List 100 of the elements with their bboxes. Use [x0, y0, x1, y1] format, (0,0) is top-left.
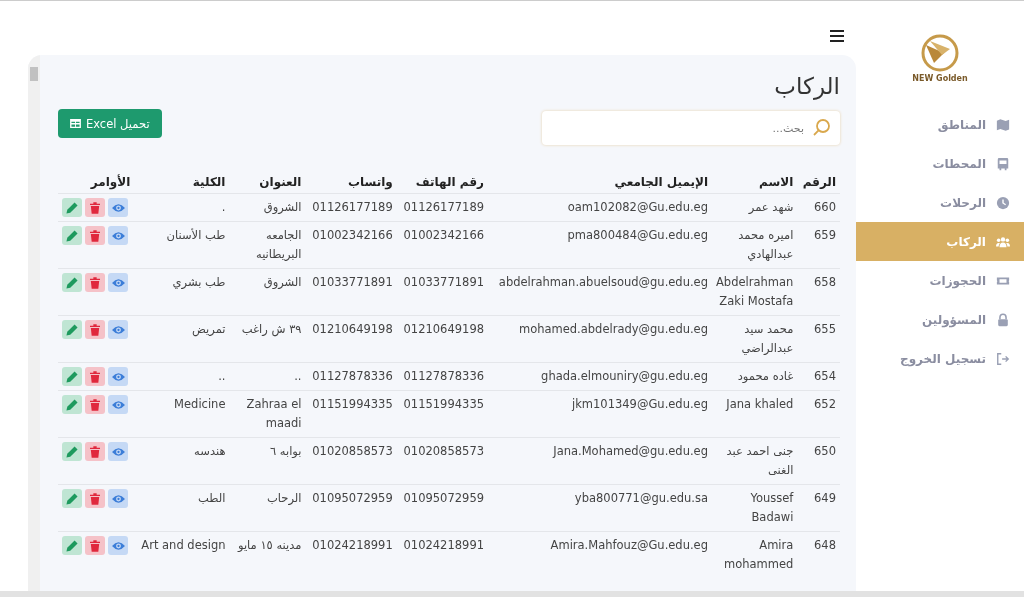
view-button[interactable] — [108, 198, 128, 217]
table-cell: هندسه — [134, 437, 230, 485]
table-cell: 01002342166 — [396, 221, 488, 269]
table-cell: 01151994335 — [396, 390, 488, 438]
trash-icon — [90, 398, 100, 411]
table-cell: 01127878336 — [396, 362, 488, 391]
delete-button[interactable] — [85, 367, 105, 386]
edit-button[interactable] — [62, 198, 82, 217]
table-cell: جنى احمد عبد الغنى — [712, 437, 798, 485]
edit-button[interactable] — [62, 273, 82, 292]
table-cell: Medicine — [134, 390, 230, 438]
view-button[interactable] — [108, 226, 128, 245]
column-header: واتساب — [305, 171, 397, 194]
delete-button[interactable] — [85, 395, 105, 414]
sidebar-item[interactable]: المحطات — [856, 144, 1024, 183]
pencil-icon — [66, 445, 78, 458]
eye-icon — [111, 202, 125, 213]
users-icon — [996, 234, 1010, 249]
delete-button[interactable] — [85, 536, 105, 555]
table-cell: 01002342166 — [305, 221, 397, 269]
sidebar-item[interactable]: الرحلات — [856, 183, 1024, 222]
view-button[interactable] — [108, 536, 128, 555]
table-cell: ghada.elmouniry@gu.edu.eg — [488, 362, 712, 391]
edit-button[interactable] — [62, 489, 82, 508]
table-cell: شهد عمر — [712, 193, 798, 222]
table-cell: 01020858573 — [305, 437, 397, 485]
table-cell: Zahraa el maadi — [229, 390, 306, 438]
table-cell: 658 — [797, 268, 840, 316]
trash-icon — [90, 539, 100, 552]
pencil-icon — [66, 229, 78, 242]
table-cell: غاده محمود — [712, 362, 798, 391]
column-header: الاسم — [712, 171, 798, 194]
view-button[interactable] — [108, 489, 128, 508]
view-button[interactable] — [108, 273, 128, 292]
scrollbar[interactable] — [28, 55, 40, 591]
table-cell: الرحاب — [229, 484, 306, 532]
trash-icon — [90, 492, 100, 505]
table-cell: 01020858573 — [396, 437, 488, 485]
table-cell: اميره محمد عبدالهادي — [712, 221, 798, 269]
table-cell: 659 — [797, 221, 840, 269]
sidebar-item[interactable]: المسؤولين — [856, 300, 1024, 339]
table-cell: .. — [134, 362, 230, 391]
view-button[interactable] — [108, 395, 128, 414]
pencil-icon — [66, 492, 78, 505]
table-cell: 660 — [797, 193, 840, 222]
table-cell: بوابه ٦ — [229, 437, 306, 485]
logout-icon — [996, 351, 1010, 366]
table-cell: تمريض — [134, 315, 230, 363]
eye-icon — [111, 446, 125, 457]
edit-button[interactable] — [62, 226, 82, 245]
delete-button[interactable] — [85, 226, 105, 245]
edit-button[interactable] — [62, 395, 82, 414]
table-cell: الجامعه البريطانيه — [229, 221, 306, 269]
table-cell: 648 — [797, 531, 840, 578]
table-cell: 01210649198 — [396, 315, 488, 363]
sidebar-item[interactable]: الحجوزات — [856, 261, 1024, 300]
trash-icon — [90, 370, 100, 383]
table-cell: 655 — [797, 315, 840, 363]
excel-download-button[interactable]: تحميل Excel — [58, 109, 162, 138]
menu-icon[interactable] — [830, 30, 844, 42]
view-button[interactable] — [108, 442, 128, 461]
table-cell: مدينه ١٥ مايو — [229, 531, 306, 578]
column-header: الكلية — [134, 171, 230, 194]
eye-icon — [111, 371, 125, 382]
eye-icon — [111, 540, 125, 551]
logo-text: NEW Golden — [912, 74, 968, 83]
view-button[interactable] — [108, 367, 128, 386]
column-header: العنوان — [229, 171, 306, 194]
sidebar-item[interactable]: تسجيل الخروج — [856, 339, 1024, 378]
table-cell: Art and design — [134, 531, 230, 578]
search-icon — [812, 118, 832, 138]
delete-button[interactable] — [85, 198, 105, 217]
delete-button[interactable] — [85, 273, 105, 292]
delete-button[interactable] — [85, 320, 105, 339]
table-cell: 01126177189 — [396, 193, 488, 222]
sidebar-item[interactable]: المناطق — [856, 105, 1024, 144]
edit-button[interactable] — [62, 536, 82, 555]
edit-button[interactable] — [62, 442, 82, 461]
eye-icon — [111, 230, 125, 241]
table-cell: Youssef Badawi — [712, 484, 798, 532]
edit-button[interactable] — [62, 320, 82, 339]
pencil-icon — [66, 323, 78, 336]
trash-icon — [90, 445, 100, 458]
table-cell: الشروق — [229, 268, 306, 316]
eye-icon — [111, 399, 125, 410]
view-button[interactable] — [108, 320, 128, 339]
table-cell: 01033771891 — [305, 268, 397, 316]
table-cell: oam102082@Gu.edu.eg — [488, 193, 712, 222]
sidebar-item[interactable]: الركاب — [856, 222, 1024, 261]
delete-button[interactable] — [85, 489, 105, 508]
map-icon — [996, 117, 1010, 132]
search-field[interactable]: بحث... — [542, 111, 840, 145]
table-cell: Amira.Mahfouz@Gu.edu.eg — [488, 531, 712, 578]
delete-button[interactable] — [85, 442, 105, 461]
edit-button[interactable] — [62, 367, 82, 386]
trash-icon — [90, 229, 100, 242]
table-cell: محمد سيد عبدالراضي — [712, 315, 798, 363]
table-cell: jkm101349@Gu.edu.eg — [488, 390, 712, 438]
table-cell: abdelrahman.abuelsoud@gu.edu.eg — [488, 268, 712, 316]
table-cell: 01095072959 — [396, 484, 488, 532]
